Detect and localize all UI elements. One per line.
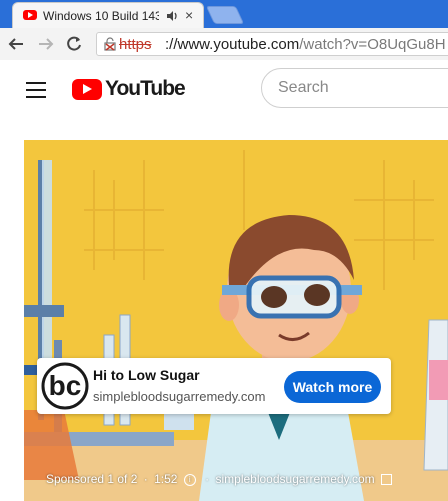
ad-time-remaining: 1:52 [154, 472, 178, 486]
search-input[interactable]: Search [261, 68, 448, 108]
tab-title: Windows 10 Build 1432 [43, 9, 159, 23]
reload-icon[interactable] [64, 34, 84, 54]
youtube-favicon [23, 10, 37, 20]
back-arrow-icon[interactable] [6, 34, 26, 54]
close-icon[interactable]: × [185, 7, 193, 23]
info-icon[interactable]: i [183, 473, 196, 486]
browser-tab[interactable]: Windows 10 Build 1432 × [12, 2, 204, 28]
sponsored-label: Sponsored 1 of 2 [46, 472, 138, 486]
youtube-play-icon [72, 78, 102, 100]
url-path: /watch?v=O8UqGu8H [299, 36, 446, 53]
video-player[interactable] [24, 140, 448, 501]
new-tab-button[interactable] [205, 6, 245, 24]
address-bar[interactable]: https ://www.youtube.com/watch?v=O8UqGu8… [96, 32, 448, 56]
url-scheme: https [119, 36, 152, 53]
youtube-logo[interactable]: YouTube [72, 77, 186, 100]
sponsored-bar: Sponsored 1 of 2 · 1:52 i · simplebloods… [46, 472, 393, 486]
watch-more-button[interactable]: Watch more [284, 371, 381, 403]
youtube-header: YouTube Search [0, 60, 448, 118]
separator: · [205, 472, 210, 486]
ad-domain[interactable]: simplebloodsugarremedy.com [93, 389, 265, 404]
external-link-icon[interactable] [381, 474, 393, 486]
advertiser-logo-letters: bc [49, 370, 82, 401]
ad-title[interactable]: Hi to Low Sugar [93, 367, 200, 383]
sponsored-site-link[interactable]: simplebloodsugarremedy.com [215, 472, 374, 486]
search-placeholder: Search [278, 79, 329, 96]
hamburger-menu-icon[interactable] [26, 82, 46, 98]
forward-arrow-icon[interactable] [36, 34, 56, 54]
browser-toolbar: https ://www.youtube.com/watch?v=O8UqGu8… [0, 28, 448, 61]
separator: · [143, 472, 148, 486]
url-host: ://www.youtube.com [165, 36, 300, 53]
ad-card[interactable]: bc Hi to Low Sugar simplebloodsugarremed… [37, 358, 391, 414]
tab-strip: Windows 10 Build 1432 × [0, 0, 448, 28]
broken-lock-icon[interactable] [103, 37, 117, 51]
youtube-logo-text: YouTube [105, 77, 186, 100]
video-frame-illustration [24, 140, 448, 501]
url-text: ://www.youtube.com/watch?v=O8UqGu8H [165, 36, 446, 53]
advertiser-logo: bc [41, 362, 89, 410]
speaker-icon[interactable] [165, 9, 179, 23]
